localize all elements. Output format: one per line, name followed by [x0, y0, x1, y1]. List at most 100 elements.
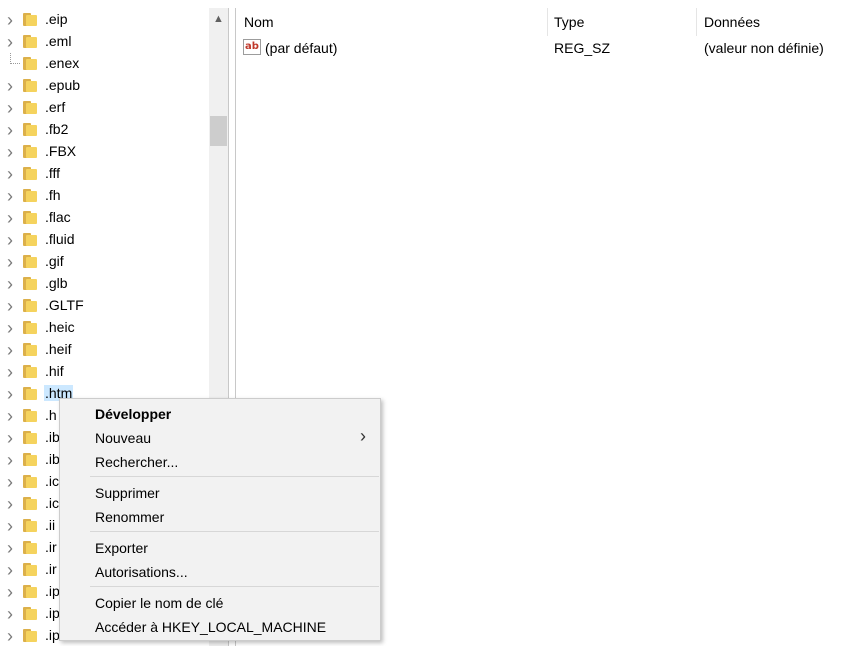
- menu-item-renommer[interactable]: Renommer: [60, 505, 380, 529]
- tree-item[interactable]: › .FBX: [0, 141, 210, 163]
- chevron-right-icon[interactable]: ›: [3, 539, 17, 557]
- menu-item-autorisations[interactable]: Autorisations...: [60, 560, 380, 584]
- tree-item-label: .GLTF: [45, 297, 84, 313]
- tree-connector-line: [10, 63, 20, 65]
- tree-item-label: .flac: [45, 209, 71, 225]
- chevron-right-icon[interactable]: ›: [3, 77, 17, 95]
- chevron-right-icon[interactable]: ›: [3, 143, 17, 161]
- tree-item-label: .ic: [45, 473, 59, 489]
- tree-item-label: .eml: [45, 33, 72, 49]
- folder-icon: [23, 541, 37, 554]
- tree-item[interactable]: › .glb: [0, 273, 210, 295]
- chevron-right-icon[interactable]: ›: [3, 341, 17, 359]
- chevron-right-icon[interactable]: ›: [3, 231, 17, 249]
- chevron-right-icon[interactable]: ›: [3, 495, 17, 513]
- folder-icon: [23, 563, 37, 576]
- chevron-right-icon[interactable]: ›: [3, 429, 17, 447]
- tree-item-label: .fluid: [45, 231, 75, 247]
- tree-item[interactable]: › .eml: [0, 31, 210, 53]
- chevron-right-icon[interactable]: ›: [3, 33, 17, 51]
- chevron-right-icon[interactable]: ›: [3, 627, 17, 645]
- menu-item-supprimer[interactable]: Supprimer: [60, 481, 380, 505]
- scroll-thumb[interactable]: [210, 116, 227, 146]
- submenu-arrow-icon: ›: [360, 426, 366, 446]
- folder-icon: [23, 123, 37, 136]
- chevron-right-icon[interactable]: ›: [3, 319, 17, 337]
- folder-icon: [23, 167, 37, 180]
- menu-item-acceder-a-hkey-local-machine[interactable]: Accéder à HKEY_LOCAL_MACHINE: [60, 615, 380, 639]
- folder-icon: [23, 431, 37, 444]
- folder-icon: [23, 497, 37, 510]
- tree-item-label: .eip: [45, 11, 68, 27]
- menu-item-exporter[interactable]: Exporter: [60, 536, 380, 560]
- menu-item-nouveau[interactable]: Nouveau ›: [60, 426, 380, 450]
- folder-icon: [23, 453, 37, 466]
- tree-item-label: .FBX: [45, 143, 77, 159]
- tree-item-label: .fff: [45, 165, 61, 181]
- menu-item-label: Copier le nom de clé: [95, 595, 224, 611]
- tree-item[interactable]: › .fluid: [0, 229, 210, 251]
- tree-item[interactable]: › .gif: [0, 251, 210, 273]
- column-header-name[interactable]: Nom: [244, 14, 274, 30]
- chevron-right-icon[interactable]: ›: [3, 473, 17, 491]
- tree-item[interactable]: › .heic: [0, 317, 210, 339]
- tree-item-label: .glb: [45, 275, 68, 291]
- chevron-right-icon[interactable]: ›: [3, 253, 17, 271]
- chevron-right-icon[interactable]: ›: [3, 385, 17, 403]
- tree-item[interactable]: › .fff: [0, 163, 210, 185]
- menu-item-developper[interactable]: Développer: [60, 402, 380, 426]
- tree-item[interactable]: › .heif: [0, 339, 210, 361]
- folder-icon: [23, 211, 37, 224]
- chevron-right-icon[interactable]: ›: [3, 297, 17, 315]
- chevron-right-icon[interactable]: ›: [3, 517, 17, 535]
- menu-item-rechercher[interactable]: Rechercher...: [60, 450, 380, 474]
- menu-separator: [90, 586, 379, 587]
- menu-item-copier-le-nom-de-cle[interactable]: Copier le nom de clé: [60, 591, 380, 615]
- tree-item[interactable]: › .erf: [0, 97, 210, 119]
- folder-icon: [23, 475, 37, 488]
- tree-item-label: .ic: [45, 495, 59, 511]
- folder-icon: [23, 277, 37, 290]
- folder-icon: [23, 585, 37, 598]
- menu-item-label: Nouveau: [95, 430, 152, 446]
- list-item[interactable]: ab (par défaut) REG_SZ (valeur non défin…: [236, 38, 863, 60]
- folder-icon: [23, 233, 37, 246]
- folder-icon: [23, 145, 37, 158]
- chevron-right-icon[interactable]: ›: [3, 165, 17, 183]
- tree-item-label: .gif: [45, 253, 64, 269]
- folder-icon: [23, 255, 37, 268]
- chevron-right-icon[interactable]: ›: [3, 11, 17, 29]
- chevron-right-icon[interactable]: ›: [3, 407, 17, 425]
- tree-item[interactable]: › .eip: [0, 9, 210, 31]
- tree-item-label: .ib: [45, 451, 60, 467]
- tree-item-label: .ir: [45, 561, 57, 577]
- tree-item-label: .ib: [45, 429, 60, 445]
- column-header-data[interactable]: Données: [704, 14, 760, 30]
- tree-item[interactable]: › .flac: [0, 207, 210, 229]
- chevron-right-icon[interactable]: ›: [3, 275, 17, 293]
- column-header-type[interactable]: Type: [554, 14, 584, 30]
- chevron-right-icon[interactable]: ›: [3, 583, 17, 601]
- tree-item[interactable]: › .fh: [0, 185, 210, 207]
- folder-icon: [23, 299, 37, 312]
- chevron-right-icon[interactable]: ›: [3, 561, 17, 579]
- chevron-right-icon[interactable]: ›: [3, 99, 17, 117]
- tree-item[interactable]: .enex: [0, 53, 210, 75]
- tree-item[interactable]: › .epub: [0, 75, 210, 97]
- scroll-up-arrow-icon[interactable]: ▲: [209, 10, 228, 28]
- chevron-right-icon[interactable]: ›: [3, 363, 17, 381]
- tree-item[interactable]: › .hif: [0, 361, 210, 383]
- chevron-right-icon[interactable]: ›: [3, 605, 17, 623]
- tree-item[interactable]: › .GLTF: [0, 295, 210, 317]
- chevron-right-icon[interactable]: ›: [3, 187, 17, 205]
- chevron-right-icon[interactable]: ›: [3, 121, 17, 139]
- folder-icon: [23, 387, 37, 400]
- column-divider[interactable]: [547, 8, 548, 36]
- chevron-right-icon[interactable]: ›: [3, 209, 17, 227]
- menu-item-label: Renommer: [95, 509, 165, 525]
- chevron-right-icon[interactable]: ›: [3, 451, 17, 469]
- tree-item[interactable]: › .fb2: [0, 119, 210, 141]
- menu-separator: [90, 531, 379, 532]
- folder-icon: [23, 519, 37, 532]
- column-divider[interactable]: [696, 8, 697, 36]
